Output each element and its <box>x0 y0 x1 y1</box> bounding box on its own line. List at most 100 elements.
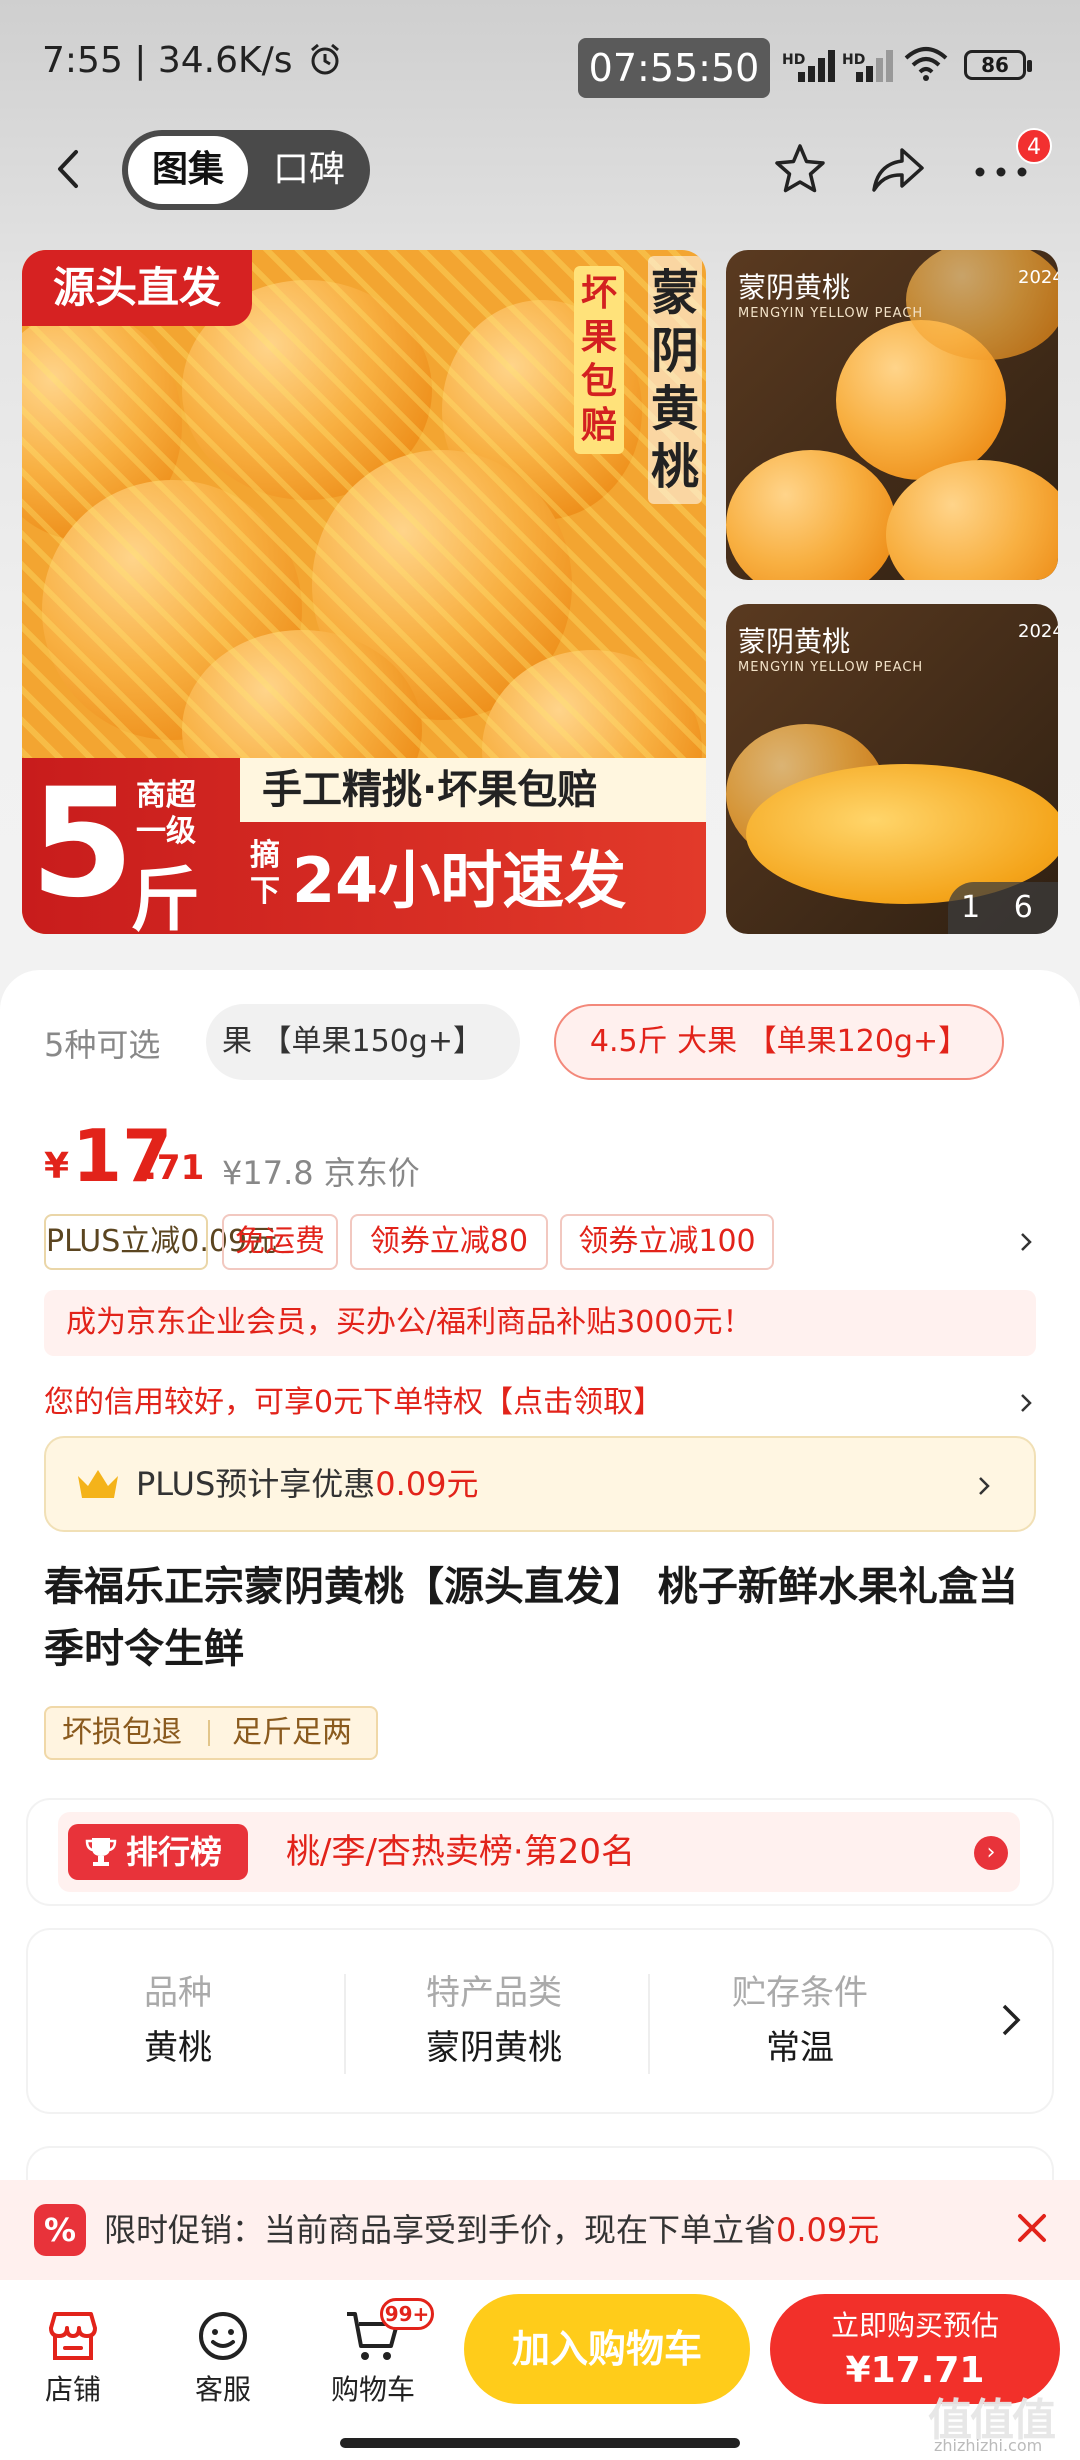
top-nav: 图集 口碑 4 <box>0 128 1080 212</box>
coupon-plus[interactable]: PLUS立减0.09元 <box>44 1214 277 1270</box>
attribute-key: 品种 <box>144 1973 212 2013</box>
peach-shape <box>726 450 896 580</box>
customer-service-icon <box>199 2312 247 2360</box>
add-to-cart-button[interactable]: 加入购物车 <box>464 2294 750 2404</box>
service-badges: 坏损包退 足斤足两 <box>44 1706 378 1760</box>
side-image-subtitle: MENGYIN YELLOW PEACH <box>738 306 924 321</box>
source-direct-tag: 源头直发 <box>22 250 252 326</box>
side-image-2[interactable]: 蒙阴黄桃 MENGYIN YELLOW PEACH 2024 1 6 <box>726 604 1058 934</box>
ranking-text: 桃/李/杏热卖榜·第20名 <box>286 1832 635 1872</box>
status-time: 7:55 <box>42 40 123 81</box>
chevron-right-icon <box>979 1477 990 1495</box>
banner-tier: 商超一级 <box>136 778 196 849</box>
favorite-star-icon[interactable] <box>770 140 830 200</box>
buy-now-label: 立即购买预估 <box>830 2309 999 2342</box>
limited-promo-strip[interactable]: % 限时促销：当前商品享受到手价，现在下单立省0.09元 <box>0 2180 1080 2280</box>
chevron-right-icon[interactable] <box>996 2002 1026 2038</box>
gallery-page-indicator: 1 6 <box>948 882 1058 934</box>
product-title: 春福乐正宗蒙阴黄桃【源头直发】 桃子新鲜水果礼盒当季时令生鲜 <box>44 1564 1018 1672</box>
attribute-key: 贮存条件 <box>732 1973 868 2013</box>
wifi-icon <box>904 47 948 81</box>
variety-tag: 蒙阴黄桃 <box>648 256 702 504</box>
share-icon[interactable] <box>868 142 928 198</box>
screen-clock: 07:55:50 <box>578 38 770 98</box>
plus-discount-bar[interactable]: PLUS预计享优惠0.09元 <box>44 1436 1036 1532</box>
guarantee-tag: 坏果包赔 <box>574 266 624 454</box>
credit-text: 您的信用较好，可享0元下单特权【点击领取】 <box>44 1385 664 1420</box>
banner-unit: 斤 <box>130 859 200 934</box>
signal-2-icon <box>850 48 894 82</box>
enterprise-member-banner[interactable]: 成为京东企业会员，买办公/福利商品补贴3000元！ <box>44 1290 1036 1356</box>
discount-percent-icon: % <box>34 2204 86 2256</box>
main-product-image[interactable]: 源头直发 坏果包赔 蒙阴黄桃 5 商超一级 斤 手工精挑·坏果包赔 摘下 24小… <box>22 250 706 934</box>
spec-selector: 5种可选 果 【单果150g+】 4.5斤 大果 【单果120g+】 <box>0 998 1080 1082</box>
plus-discount-text: PLUS预计享优惠0.09元 <box>136 1465 479 1503</box>
tab-store-label: 店铺 <box>44 2373 101 2406</box>
network-speed: 34.6K/s <box>157 40 293 81</box>
back-arrow-icon[interactable] <box>46 144 96 194</box>
spec-count[interactable]: 5种可选 <box>44 1020 160 1066</box>
tab-service-label: 客服 <box>194 2373 251 2406</box>
coupon-80[interactable]: 领券立减80 <box>350 1214 548 1270</box>
close-icon[interactable] <box>1012 2208 1052 2248</box>
image-banner: 5 商超一级 斤 手工精挑·坏果包赔 摘下 24小时速发 <box>22 758 706 934</box>
tab-cart[interactable]: 99+ 购物车 <box>318 2294 434 2424</box>
alarm-icon <box>311 43 339 75</box>
attribute-storage: 贮存条件 常温 <box>650 1968 950 2078</box>
attribute-category: 特产品类 蒙阴黄桃 <box>344 1968 644 2078</box>
gallery-reviews-switch: 图集 口碑 <box>122 130 370 210</box>
coupon-row[interactable]: PLUS立减0.09元 免运费 领券立减80 领券立减100 <box>44 1214 1044 1272</box>
notification-badge: 4 <box>1016 128 1052 164</box>
promo-amount: 0.09元 <box>776 2211 880 2249</box>
attribute-key: 特产品类 <box>426 1973 562 2013</box>
side-image-year: 2024 <box>1018 621 1058 642</box>
ranking-arrow-icon: › <box>974 1836 1008 1870</box>
attribute-variety: 品种 黄桃 <box>28 1968 328 2078</box>
tab-cart-label: 购物车 <box>330 2373 415 2406</box>
battery-icon: 86 <box>964 50 1032 80</box>
attribute-value: 黄桃 <box>144 2028 212 2068</box>
side-image-1[interactable]: 蒙阴黄桃 MENGYIN YELLOW PEACH 2024 <box>726 250 1058 580</box>
tab-gallery[interactable]: 图集 <box>128 136 248 204</box>
crown-icon <box>78 1470 118 1498</box>
badge-full-weight: 足斤足两 <box>232 1715 352 1750</box>
coupon-100[interactable]: 领券立减100 <box>560 1214 774 1270</box>
banner-line-2: 24小时速发 <box>292 844 627 917</box>
side-image-title: 蒙阴黄桃 <box>738 625 851 658</box>
spec-option[interactable]: 果 【单果150g+】 <box>206 1004 520 1080</box>
ranking-bar: 排行榜 桃/李/杏热卖榜·第20名 › <box>58 1812 1020 1892</box>
banner-pick: 摘下 <box>250 838 280 909</box>
signal-1-icon <box>790 48 835 82</box>
spec-option-selected[interactable]: 4.5斤 大果 【单果120g+】 <box>554 1004 1004 1080</box>
store-icon <box>49 2312 97 2360</box>
banner-line-1: 手工精挑·坏果包赔 <box>240 758 706 822</box>
bottom-action-bar: 店铺 客服 99+ 购物车 加入购物车 立即购买预估 ¥17.71 <box>0 2280 1080 2460</box>
jd-reference-price: ¥17.8 京东价 <box>222 1154 420 1192</box>
tab-store[interactable]: 店铺 <box>18 2294 128 2424</box>
side-image-title: 蒙阴黄桃 <box>738 271 851 304</box>
tab-reviews[interactable]: 口碑 <box>254 136 364 204</box>
product-info-card: 5种可选 果 【单果150g+】 4.5斤 大果 【单果120g+】 ¥ 17 … <box>0 970 1080 2290</box>
plus-discount-amount: 0.09元 <box>375 1465 479 1503</box>
home-indicator <box>340 2438 740 2448</box>
tab-customer-service[interactable]: 客服 <box>168 2294 278 2424</box>
product-attributes[interactable]: 品种 黄桃 特产品类 蒙阴黄桃 贮存条件 常温 <box>28 1930 1052 2112</box>
credit-privilege-link[interactable]: 您的信用较好，可享0元下单特权【点击领取】 <box>44 1378 1036 1428</box>
status-left: 7:55 | 34.6K/s <box>42 40 342 81</box>
promo-text: 限时促销：当前商品享受到手价，现在下单立省0.09元 <box>104 2211 880 2249</box>
ranking-card[interactable]: 排行榜 桃/李/杏热卖榜·第20名 › <box>28 1800 1052 1904</box>
side-image-year: 2024 <box>1018 267 1058 288</box>
side-image-subtitle: MENGYIN YELLOW PEACH <box>738 660 924 675</box>
ranking-tag-label: 排行榜 <box>126 1833 223 1871</box>
badge-divider <box>208 1720 210 1746</box>
price-currency: ¥ <box>44 1146 70 1187</box>
chevron-right-icon[interactable] <box>1014 1230 1038 1254</box>
cart-count-badge: 99+ <box>380 2298 434 2330</box>
attribute-value: 常温 <box>766 2028 834 2068</box>
coupon-free-shipping[interactable]: 免运费 <box>222 1214 338 1270</box>
banner-weight-number: 5 <box>30 757 135 931</box>
attribute-value: 蒙阴黄桃 <box>426 2028 562 2068</box>
trophy-icon <box>85 1838 117 1866</box>
price-decimal: .71 <box>144 1148 205 1188</box>
site-watermark: 值值值 zhizhizhi.com <box>928 2384 1078 2456</box>
